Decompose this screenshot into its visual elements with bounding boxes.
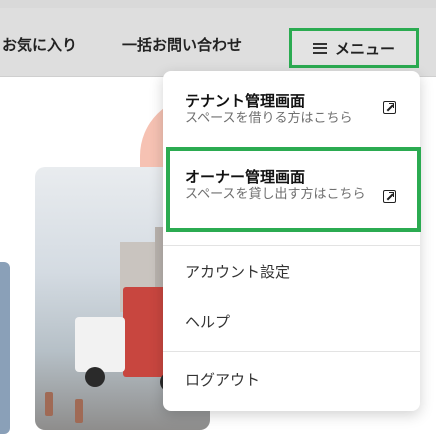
owner-admin-title: オーナー管理画面 <box>185 168 306 186</box>
bulk-inquiry-link[interactable]: 一括お問い合わせ <box>122 34 242 55</box>
divider <box>163 351 420 352</box>
owner-admin-item[interactable]: オーナー管理画面 スペースを貸し出す方はこちら <box>163 147 420 232</box>
account-settings-item[interactable]: アカウント設定 <box>163 249 420 289</box>
owner-admin-subtitle: スペースを貸し出す方はこちら <box>185 187 366 202</box>
side-photo <box>0 262 10 434</box>
favorites-link[interactable]: お気に入り <box>2 34 77 55</box>
menu-button[interactable]: メニュー <box>289 28 419 68</box>
top-strip <box>0 0 436 8</box>
site-header: お気に入り 一括お問い合わせ メニュー <box>0 8 436 77</box>
help-item[interactable]: ヘルプ <box>163 299 420 339</box>
tenant-admin-item[interactable]: テナント管理画面 スペースを借りる方はこちら <box>163 71 420 147</box>
divider <box>163 245 420 246</box>
external-link-icon <box>383 101 396 114</box>
tenant-admin-subtitle: スペースを借りる方はこちら <box>185 111 353 126</box>
help-label: ヘルプ <box>185 313 231 331</box>
logout-item[interactable]: ログアウト <box>163 359 420 399</box>
logout-label: ログアウト <box>185 371 261 389</box>
external-link-icon <box>383 190 396 203</box>
hamburger-icon <box>312 42 327 54</box>
menu-dropdown: テナント管理画面 スペースを借りる方はこちら オーナー管理画面 スペースを貸し出… <box>163 71 421 411</box>
menu-button-label: メニュー <box>334 39 395 58</box>
tenant-admin-title: テナント管理画面 <box>185 92 306 110</box>
account-settings-label: アカウント設定 <box>185 263 291 281</box>
